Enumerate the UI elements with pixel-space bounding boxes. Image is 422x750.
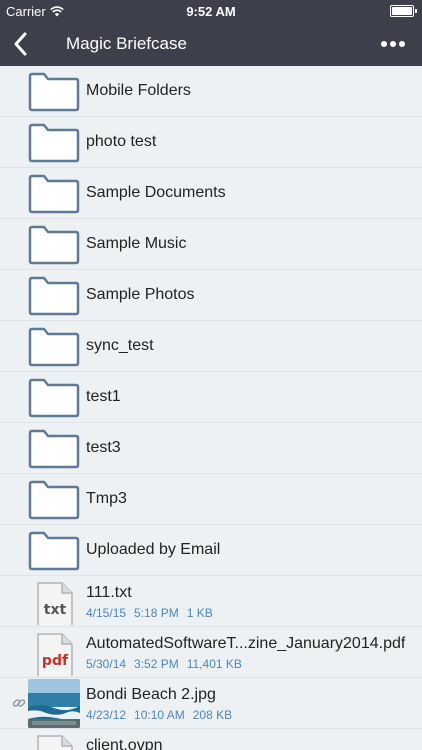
file-list: Mobile Folders photo test Sample Documen… (0, 66, 422, 750)
folder-icon (28, 327, 80, 367)
folder-row[interactable]: sync_test (0, 321, 422, 372)
folder-row[interactable]: test1 (0, 372, 422, 423)
generic-file-icon (37, 735, 73, 750)
folder-name: Tmp3 (86, 490, 127, 507)
text-file-icon: txt (37, 582, 73, 625)
file-meta: 4/15/15 5:18 PM 1 KB (86, 606, 221, 620)
folder-name: Sample Music (86, 235, 187, 252)
folder-row[interactable]: Sample Photos (0, 270, 422, 321)
folder-row[interactable]: Sample Documents (0, 168, 422, 219)
folder-name: Mobile Folders (86, 82, 191, 99)
file-name: AutomatedSoftwareT...zine_January2014.pd… (86, 635, 406, 652)
folder-name: Sample Photos (86, 286, 195, 303)
folder-row[interactable]: photo test (0, 117, 422, 168)
file-badge-label: txt (44, 602, 67, 618)
folder-row[interactable]: Tmp3 (0, 474, 422, 525)
folder-icon (28, 531, 80, 571)
file-row[interactable]: Bondi Beach 2.jpg 4/23/12 10:10 AM 208 KB (0, 678, 422, 729)
file-date: 5/30/14 (86, 657, 127, 671)
file-badge-label: pdf (42, 653, 69, 669)
file-row[interactable]: client.ovpn (0, 729, 422, 750)
page-title: Magic Briefcase (66, 34, 187, 53)
folder-row[interactable]: Sample Music (0, 219, 422, 270)
file-row[interactable]: txt 111.txt 4/15/15 5:18 PM 1 KB (0, 576, 422, 627)
link-icon (12, 699, 26, 707)
file-date: 4/15/15 (86, 606, 127, 620)
file-time: 3:52 PM (134, 657, 179, 671)
folder-icon (28, 72, 80, 112)
file-time: 10:10 AM (134, 708, 185, 722)
file-size: 1 KB (186, 606, 213, 620)
folder-name: test3 (86, 439, 121, 456)
battery-icon (390, 5, 417, 17)
file-date: 4/23/12 (86, 708, 127, 722)
file-name: 111.txt (86, 584, 132, 601)
file-meta: 4/23/12 10:10 AM 208 KB (86, 708, 240, 722)
folder-name: sync_test (86, 337, 154, 354)
folder-name: Uploaded by Email (86, 541, 221, 558)
file-size: 11,401 KB (186, 657, 242, 671)
folder-icon (28, 174, 80, 214)
folder-icon (28, 480, 80, 520)
folder-name: test1 (86, 388, 121, 405)
file-name: Bondi Beach 2.jpg (86, 686, 216, 703)
folder-icon (28, 225, 80, 265)
image-thumbnail (28, 679, 80, 728)
folder-icon (28, 429, 80, 469)
file-time: 5:18 PM (134, 606, 179, 620)
nav-bar: Magic Briefcase (0, 22, 422, 66)
back-chevron-icon[interactable] (8, 30, 36, 58)
status-bar: Carrier 9:52 AM (0, 0, 422, 22)
folder-row[interactable]: Mobile Folders (0, 66, 422, 117)
more-options-icon[interactable] (378, 30, 408, 58)
folder-icon (28, 123, 80, 163)
folder-icon (28, 276, 80, 316)
file-meta: 5/30/14 3:52 PM 11,401 KB (86, 657, 250, 671)
pdf-file-icon: pdf (37, 633, 73, 676)
file-name: client.ovpn (86, 737, 163, 750)
status-time: 9:52 AM (186, 4, 236, 19)
file-row[interactable]: pdf AutomatedSoftwareT...zine_January201… (0, 627, 422, 678)
folder-row[interactable]: Uploaded by Email (0, 525, 422, 576)
folder-icon (28, 378, 80, 418)
folder-row[interactable]: test3 (0, 423, 422, 474)
folder-name: photo test (86, 133, 157, 150)
folder-name: Sample Documents (86, 184, 226, 201)
file-size: 208 KB (192, 708, 233, 722)
